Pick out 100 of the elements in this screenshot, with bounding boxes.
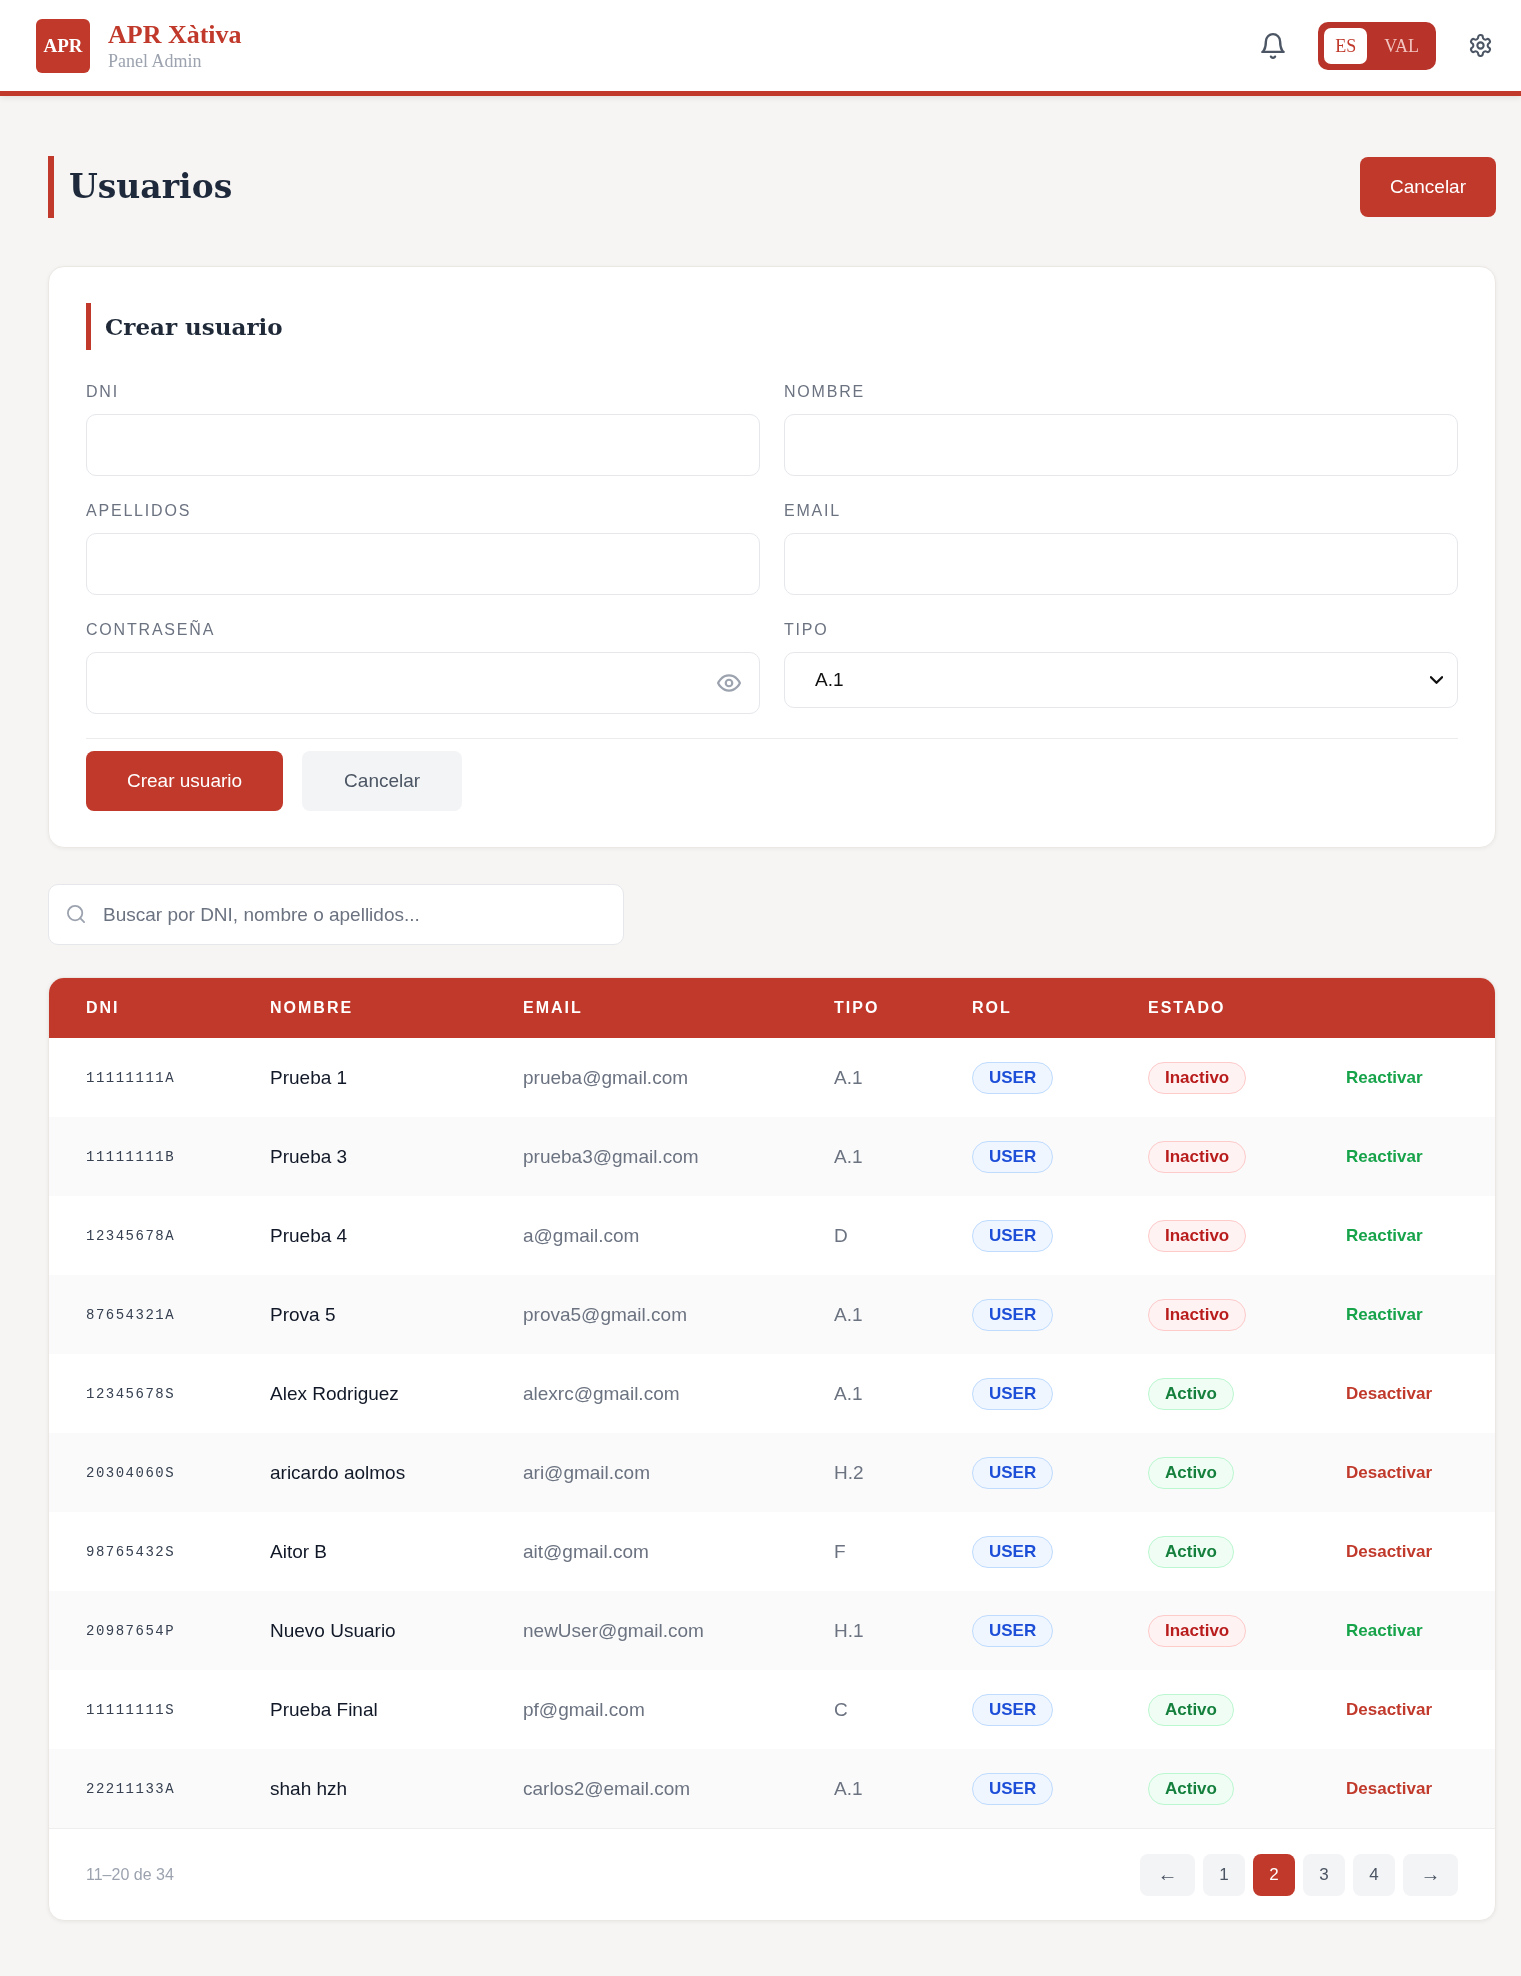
table-cell: Prueba Final — [270, 1698, 378, 1721]
table-cell: 98765432S — [86, 1543, 176, 1560]
app-subtitle: Panel Admin — [108, 50, 203, 71]
table-cell: H.2 — [834, 1461, 864, 1484]
previous-page-button[interactable]: ← — [1140, 1853, 1195, 1896]
table-cell: 12345678S — [86, 1385, 176, 1402]
deactivate-link[interactable]: Desactivar — [1346, 1462, 1432, 1483]
table-cell: 22211133A — [86, 1780, 176, 1797]
eye-icon[interactable] — [717, 674, 741, 692]
table-cell: D — [834, 1224, 848, 1247]
settings-icon[interactable] — [1469, 34, 1492, 57]
table-cell: 11111111B — [86, 1148, 176, 1165]
input-field[interactable] — [86, 533, 760, 595]
app-title: APR Xàtiva — [108, 20, 242, 49]
page-button[interactable]: 2 — [1253, 1853, 1295, 1896]
search-icon — [67, 905, 85, 923]
table-cell: ait@gmail.com — [523, 1540, 649, 1563]
table-cell: alexrc@gmail.com — [523, 1382, 680, 1405]
column-header: EMAIL — [523, 999, 583, 1017]
page-button[interactable]: 1 — [1203, 1853, 1245, 1896]
table-cell: prova5@gmail.com — [523, 1303, 687, 1326]
select-field[interactable]: A.1 — [784, 652, 1458, 708]
deactivate-link[interactable]: Desactivar — [1346, 1541, 1432, 1562]
input-field[interactable] — [86, 414, 760, 476]
table-cell: A.1 — [834, 1382, 863, 1405]
logo-mark: APR — [36, 18, 90, 73]
deactivate-link[interactable]: Desactivar — [1346, 1699, 1432, 1720]
role-badge: USER — [972, 1535, 1054, 1568]
role-badge: USER — [972, 1377, 1054, 1410]
field-label: TIPO — [784, 621, 829, 639]
status-badge: Inactivo — [1148, 1614, 1247, 1647]
role-badge: USER — [972, 1061, 1054, 1094]
cancel-button[interactable]: Cancelar — [302, 751, 463, 811]
table-cell: prueba3@gmail.com — [523, 1145, 699, 1168]
table-cell: 20987654P — [86, 1622, 176, 1639]
table-cell: ari@gmail.com — [523, 1461, 650, 1484]
bell-icon[interactable] — [1261, 32, 1286, 59]
role-badge: USER — [972, 1456, 1054, 1489]
table-cell: carlos2@email.com — [523, 1777, 691, 1800]
column-header: NOMBRE — [270, 999, 354, 1017]
table-cell: Prova 5 — [270, 1303, 336, 1326]
table-cell: Prueba 1 — [270, 1066, 348, 1089]
language-option[interactable]: VAL — [1373, 27, 1430, 64]
page-button[interactable]: 4 — [1353, 1853, 1395, 1896]
status-badge: Inactivo — [1148, 1140, 1247, 1173]
search-field[interactable]: Buscar por DNI, nombre o apellidos... — [48, 884, 624, 945]
deactivate-link[interactable]: Desactivar — [1346, 1778, 1432, 1799]
field-label: CONTRASEÑA — [86, 621, 216, 639]
next-page-button[interactable]: → — [1403, 1853, 1458, 1896]
table-cell: pf@gmail.com — [523, 1698, 645, 1721]
reactivate-link[interactable]: Reactivar — [1346, 1067, 1423, 1088]
role-badge: USER — [972, 1693, 1054, 1726]
table-cell: F — [834, 1540, 846, 1563]
table-cell: 20304060S — [86, 1464, 176, 1481]
table-cell: 87654321A — [86, 1306, 176, 1323]
table-cell: 11111111A — [86, 1069, 176, 1086]
table-cell: 12345678A — [86, 1227, 176, 1244]
table-cell: A.1 — [834, 1777, 863, 1800]
table-cell: aricardo aolmos — [270, 1461, 406, 1484]
reactivate-link[interactable]: Reactivar — [1346, 1146, 1423, 1167]
column-header: ROL — [972, 999, 1012, 1017]
status-badge: Activo — [1148, 1377, 1234, 1410]
table-cell: Prueba 4 — [270, 1224, 348, 1247]
table-cell: A.1 — [834, 1066, 863, 1089]
table-cell: Nuevo Usuario — [270, 1619, 396, 1642]
table-cell: Alex Rodriguez — [270, 1382, 399, 1405]
reactivate-link[interactable]: Reactivar — [1346, 1620, 1423, 1641]
status-badge: Activo — [1148, 1693, 1234, 1726]
status-badge: Inactivo — [1148, 1298, 1247, 1331]
column-header: DNI — [86, 999, 120, 1017]
table-cell: Prueba 3 — [270, 1145, 348, 1168]
field-label: EMAIL — [784, 502, 841, 520]
column-header: TIPO — [834, 999, 880, 1017]
field-label: DNI — [86, 383, 119, 401]
submit-button[interactable]: Crear usuario — [86, 751, 284, 811]
role-badge: USER — [972, 1140, 1054, 1173]
reactivate-link[interactable]: Reactivar — [1346, 1304, 1423, 1325]
table-cell: Aitor B — [270, 1540, 328, 1563]
role-badge: USER — [972, 1772, 1054, 1805]
chevron-down-icon — [1430, 676, 1443, 684]
deactivate-link[interactable]: Desactivar — [1346, 1383, 1432, 1404]
language-option[interactable]: ES — [1324, 27, 1368, 64]
form-title: Crear usuario — [86, 303, 1458, 350]
table-cell: H.1 — [834, 1619, 864, 1642]
cancel-button[interactable]: Cancelar — [1359, 157, 1496, 217]
input-field[interactable] — [784, 414, 1458, 476]
table-cell: prueba@gmail.com — [523, 1066, 689, 1089]
status-badge: Activo — [1148, 1772, 1234, 1805]
pagination-summary: 11–20 de 34 — [86, 1865, 174, 1884]
field-label: NOMBRE — [784, 383, 866, 401]
password-field[interactable] — [86, 652, 760, 714]
role-badge: USER — [972, 1614, 1054, 1647]
column-header: ESTADO — [1148, 999, 1226, 1017]
table-cell: 11111111S — [86, 1701, 176, 1718]
role-badge: USER — [972, 1219, 1054, 1252]
page-button[interactable]: 3 — [1303, 1853, 1345, 1896]
reactivate-link[interactable]: Reactivar — [1346, 1225, 1423, 1246]
table-cell: shah hzh — [270, 1777, 348, 1800]
input-field[interactable] — [784, 533, 1458, 595]
field-label: APELLIDOS — [86, 502, 192, 520]
